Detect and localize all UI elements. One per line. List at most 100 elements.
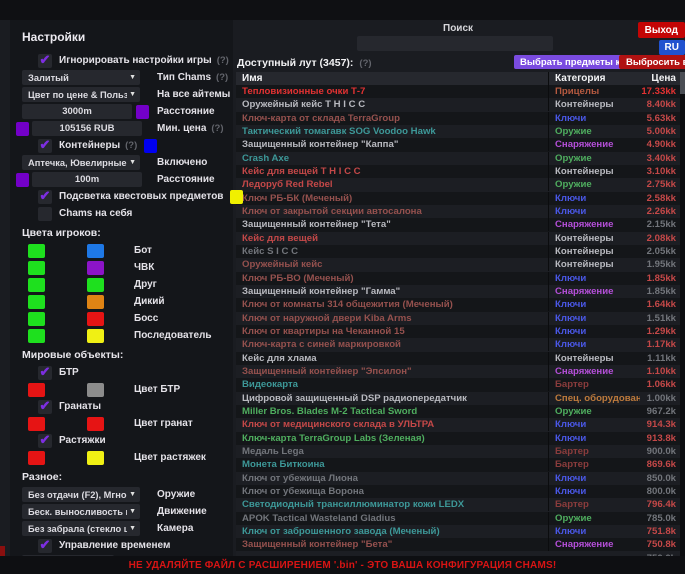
color-swatch[interactable]	[87, 451, 104, 465]
table-row[interactable]: Ключ РБ-БК (Меченый)Ключи2.58kk	[236, 192, 680, 205]
search-input[interactable]	[357, 36, 553, 51]
dropdown-value: Залитый	[28, 73, 127, 83]
color-swatch[interactable]	[28, 329, 45, 343]
table-row[interactable]: Тепловизионные очки Т-7Прицелы17.33kk	[236, 85, 680, 98]
table-row[interactable]: Ключ от медицинского склада в УЛЬТРАКлюч…	[236, 418, 680, 431]
checkbox-checked[interactable]: ✔	[38, 139, 52, 153]
table-row[interactable]: Ключ от закрытой секции автосалонаКлючи2…	[236, 205, 680, 218]
table-row[interactable]: Кейс S I C CКонтейнеры2.05kk	[236, 245, 680, 258]
table-row[interactable]: Ключ-карта TerraGroup Labs (Зеленая)Ключ…	[236, 432, 680, 445]
item-category: Контейнеры	[548, 258, 640, 271]
table-row[interactable]: Ключ-карта с синей маркировкойКлючи1.17k…	[236, 338, 680, 351]
table-row[interactable]: Оружейный кейс T H I C CКонтейнеры8.40kk	[236, 98, 680, 111]
table-row[interactable]: Ключ от убежища ЛионаКлючи850.0k	[236, 472, 680, 485]
color-swatch[interactable]	[28, 278, 45, 292]
checkbox-label: БТР	[59, 367, 79, 378]
color-swatch[interactable]	[87, 417, 104, 431]
color-swatch[interactable]	[28, 261, 45, 275]
checkbox-checked[interactable]: ✔	[38, 400, 52, 414]
color-swatch[interactable]	[28, 312, 45, 326]
item-price: 1.64kk	[640, 298, 680, 311]
color-swatch[interactable]	[87, 329, 104, 343]
color-swatch[interactable]	[87, 261, 104, 275]
item-name: Оружейный кейс T H I C C	[236, 98, 548, 111]
table-row[interactable]: Crash AxeОружие3.40kk	[236, 152, 680, 165]
color-swatch[interactable]	[28, 244, 45, 258]
text-input[interactable]: 100m	[32, 172, 142, 187]
table-row[interactable]: Защищенный контейнер "Бета"Снаряжение750…	[236, 538, 680, 551]
table-row[interactable]: Ключ-карта от склада TerraGroupКлючи5.63…	[236, 112, 680, 125]
language-button[interactable]: RU	[659, 40, 685, 55]
table-scrollbar[interactable]	[680, 72, 685, 556]
table-row[interactable]: Монета БиткоинаБартер869.6k	[236, 458, 680, 471]
checkbox-checked[interactable]: ✔	[38, 434, 52, 448]
table-row[interactable]: Ключ РБ-ВО (Меченый)Ключи1.85kk	[236, 272, 680, 285]
table-row[interactable]: APOK Tactical Wasteland GladiusОружие785…	[236, 512, 680, 525]
color-swatch[interactable]	[230, 190, 243, 204]
checkbox-checked[interactable]: ✔	[38, 54, 52, 68]
color-swatch[interactable]	[28, 417, 45, 431]
color-swatch[interactable]	[87, 312, 104, 326]
color-pair	[28, 278, 134, 292]
table-row[interactable]: Оружейный кейсКонтейнеры1.95kk	[236, 258, 680, 271]
table-row[interactable]: Ключ от убежища ВоронаКлючи800.0k	[236, 485, 680, 498]
table-row[interactable]: Ключ от наружной двери Kiba ArmsКлючи1.5…	[236, 312, 680, 325]
item-category: Ключи	[548, 485, 640, 498]
color-swatch[interactable]	[16, 122, 29, 136]
dropdown-value: Цвет по цене & Пользователь	[28, 90, 127, 100]
table-row[interactable]: Цифровой защищенный DSP радиопередатчикС…	[236, 392, 680, 405]
dropdown-zone: Без забрала (стекло шлема)▼	[22, 521, 157, 536]
chevron-down-icon: ▼	[129, 159, 136, 166]
color-swatch[interactable]	[87, 295, 104, 309]
table-row[interactable]: ВидеокартаБартер1.06kk	[236, 378, 680, 391]
color-swatch[interactable]	[87, 383, 104, 397]
table-row[interactable]: Кейс для вещей T H I C CКонтейнеры3.10kk	[236, 165, 680, 178]
text-input[interactable]: 3000m	[22, 104, 132, 119]
color-swatch[interactable]	[144, 139, 157, 153]
dropdown[interactable]: Без забрала (стекло шлема)▼	[22, 521, 140, 536]
table-row[interactable]: Светодиодный трансиллюминатор кожи LEDXБ…	[236, 498, 680, 511]
exit-button[interactable]: Выход	[638, 22, 685, 38]
color-swatch[interactable]	[28, 451, 45, 465]
dropdown[interactable]: Беск. выносливость и нет уста▼	[22, 504, 140, 519]
checkbox-checked[interactable]: ✔	[38, 190, 52, 204]
table-row[interactable]: Ключ от квартиры на Чеканной 15Ключи1.29…	[236, 325, 680, 338]
drop-all-button[interactable]: Выбросить все	[619, 55, 685, 69]
table-row[interactable]: Miller Bros. Blades M-2 Tactical SwordОр…	[236, 405, 680, 418]
table-row[interactable]: Медаль LegaБартер900.0k	[236, 445, 680, 458]
dropdown[interactable]: Цвет по цене & Пользователь▼	[22, 87, 140, 102]
table-row[interactable]: Защищенный контейнер "Каппа"Снаряжение4.…	[236, 138, 680, 151]
color-swatch[interactable]	[28, 383, 45, 397]
settings-row: Беск. выносливость и нет уста▼Движение	[22, 503, 233, 520]
color-swatch[interactable]	[87, 244, 104, 258]
table-row[interactable]: Кейс для хламаКонтейнеры1.11kk	[236, 352, 680, 365]
column-header-category: Категория	[548, 72, 640, 85]
text-input[interactable]: 105156 RUB	[32, 121, 142, 136]
table-row[interactable]: Защищенный контейнер "Эпсилон"Снаряжение…	[236, 365, 680, 378]
checkbox-label: Chams на себя	[59, 208, 132, 219]
table-row[interactable]: Тактический томагавк SOG Voodoo HawkОруж…	[236, 125, 680, 138]
item-name: Ключ от медицинского склада в УЛЬТРА	[236, 418, 548, 431]
table-row[interactable]: Защищенный контейнер "Гамма"Снаряжение1.…	[236, 285, 680, 298]
table-row[interactable]: Защищенный контейнер "Тета"Снаряжение2.1…	[236, 218, 680, 231]
color-pair	[28, 417, 134, 431]
scrollbar-thumb[interactable]	[680, 72, 685, 94]
table-row[interactable]: Ледоруб Red RebelОружие2.75kk	[236, 178, 680, 191]
checkbox-checked[interactable]: ✔	[38, 366, 52, 380]
color-swatch[interactable]	[28, 295, 45, 309]
color-swatch[interactable]	[16, 173, 29, 187]
checkbox-checked[interactable]: ✔	[38, 539, 52, 553]
color-swatch[interactable]	[87, 278, 104, 292]
color-swatch[interactable]	[136, 105, 149, 119]
settings-row: ✔Гранаты	[22, 398, 233, 415]
checkbox-unchecked[interactable]	[38, 207, 52, 221]
dropdown[interactable]: Залитый▼	[22, 70, 140, 85]
table-row[interactable]: Ключ от заброшенного завода (Меченый)Клю…	[236, 525, 680, 538]
table-row[interactable]: Кейс для вещейКонтейнеры2.08kk	[236, 232, 680, 245]
dropdown-value: Без отдачи (F2), Мгновенное п	[28, 490, 127, 500]
dropdown[interactable]: Без отдачи (F2), Мгновенное п▼	[22, 487, 140, 502]
item-price: 8.40kk	[640, 98, 680, 111]
dropdown[interactable]: Аптечка, Ювелирные и...▼	[22, 155, 140, 170]
column-header-price: Цена	[640, 72, 680, 85]
table-row[interactable]: Ключ от комнаты 314 общежития (Меченый)К…	[236, 298, 680, 311]
